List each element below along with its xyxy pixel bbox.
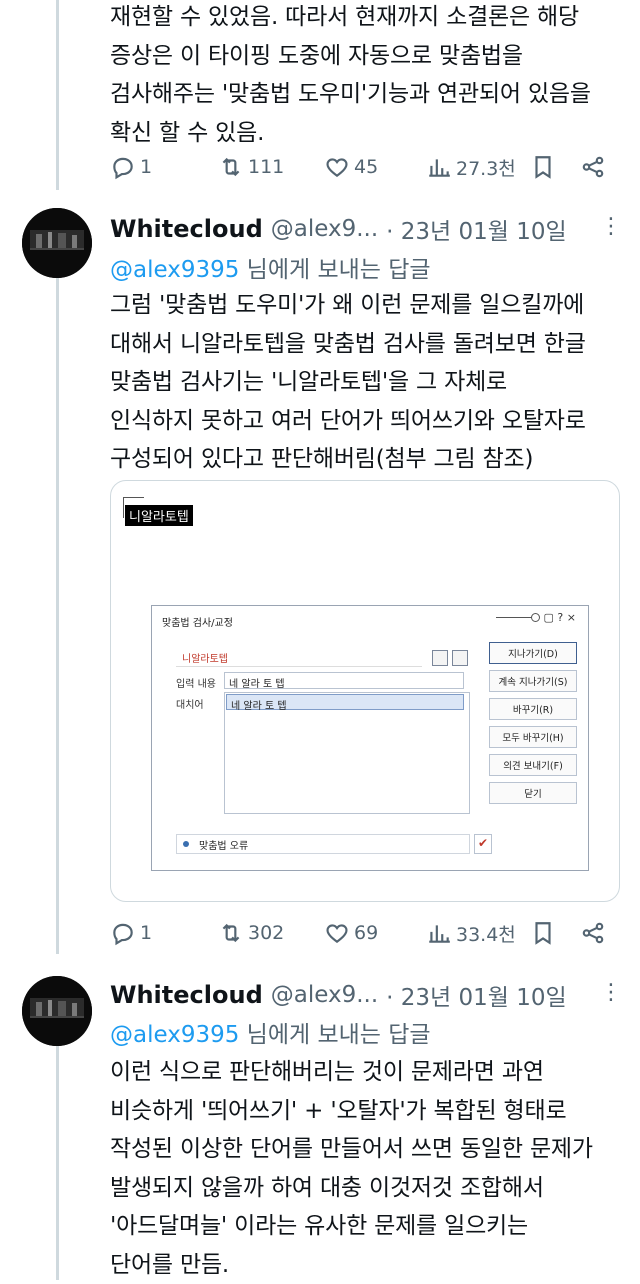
- text-line: 비슷하게 '띄어쓰기' + '오탈자'가 복합된 형태로: [110, 1092, 630, 1131]
- reply-icon: [110, 154, 136, 180]
- reply-to-label: 님에게 보내는 답글: [239, 257, 430, 283]
- share-button[interactable]: [580, 916, 606, 950]
- tweet-actions: 1 302 69 33.4천: [110, 916, 610, 950]
- tweet-text: 그럼 '맞춤법 도우미'가 왜 이런 문제를 일으킬까에 대해서 니알라토텝을 …: [110, 286, 630, 479]
- replace-label: 대치어: [176, 696, 204, 711]
- skip-all-button[interactable]: 계속 지나가기(S): [489, 670, 577, 692]
- text-line: 검사해주는 '맞춤법 도우미'기능과 연관되어 있음을: [110, 75, 630, 114]
- views-button[interactable]: 27.3천: [426, 150, 516, 184]
- bookmark-button[interactable]: [530, 150, 556, 184]
- reply-button[interactable]: 1: [110, 916, 152, 950]
- avatar[interactable]: [22, 976, 92, 1046]
- bookmark-icon: [530, 920, 556, 946]
- dialog-controls: ▢ ? ×: [496, 611, 576, 624]
- thread-line: [56, 1030, 59, 1280]
- heart-icon: [324, 920, 350, 946]
- status-bar: 맞춤법 오류: [176, 834, 470, 854]
- repost-count: 302: [248, 922, 284, 944]
- text-line: 대해서 니알라토텝을 맞춤법 검사를 돌려보면 한글: [110, 325, 630, 364]
- bookmark-button[interactable]: [530, 916, 556, 950]
- reply-button[interactable]: 1: [110, 150, 152, 184]
- edit-icon[interactable]: [452, 650, 468, 666]
- attached-image[interactable]: 니알라토텝 맞춤법 검사/교정 ▢ ? × 니알라토텝 입력 내용 네 알라 토…: [110, 480, 620, 902]
- text-line: '아드달며늘' 이라는 유사한 문제를 일으키는: [110, 1207, 630, 1246]
- view-count: 27.3천: [456, 154, 516, 181]
- suggestion-item[interactable]: 네 알라 토 텝: [226, 694, 464, 710]
- like-count: 45: [354, 156, 378, 178]
- dialog-title: 맞춤법 검사/교정: [162, 614, 233, 629]
- share-icon: [580, 920, 606, 946]
- share-button[interactable]: [580, 150, 606, 184]
- replace-button[interactable]: 바꾸기(R): [489, 698, 577, 720]
- reply-count: 1: [140, 922, 152, 944]
- text-line: 확신 할 수 있음.: [110, 114, 630, 153]
- text-line: 맞춤법 검사기는 '니알라토텝'을 그 자체로: [110, 363, 630, 402]
- text-line: 단어를 만듬.: [110, 1246, 630, 1284]
- views-button[interactable]: 33.4천: [426, 916, 516, 950]
- bookmark-icon: [530, 154, 556, 180]
- reply-icon: [110, 920, 136, 946]
- repost-button[interactable]: 302: [218, 916, 284, 950]
- views-icon: [426, 154, 452, 180]
- replace-all-button[interactable]: 모두 바꾸기(H): [489, 726, 577, 748]
- tweet-date[interactable]: · 23년 01월 10일: [386, 978, 567, 1012]
- spellcheck-dialog: 맞춤법 검사/교정 ▢ ? × 니알라토텝 입력 내용 네 알라 토 텝 대치어…: [151, 605, 589, 871]
- reply-context: @alex9395 님에게 보내는 답글: [110, 1015, 431, 1049]
- reply-context: @alex9395 님에게 보내는 답글: [110, 250, 431, 284]
- input-label: 입력 내용: [176, 675, 216, 690]
- window-controls[interactable]: ▢ ? ×: [544, 611, 576, 624]
- tweet-actions: 1 111 45 27.3천: [110, 150, 610, 184]
- more-options-icon[interactable]: ⋮: [600, 214, 620, 239]
- share-icon: [580, 154, 606, 180]
- tweet-text: 재현할 수 있었음. 따라서 현재까지 소결론은 해당 증상은 이 타이핑 도중…: [110, 0, 630, 152]
- tweet-header: Whitecloud @alex9... · 23년 01월 10일: [110, 978, 567, 1012]
- status-text: 맞춤법 오류: [199, 837, 248, 852]
- user-handle[interactable]: @alex9...: [271, 982, 378, 1008]
- check-icon[interactable]: ✔: [474, 834, 492, 854]
- tweet-header: Whitecloud @alex9... · 23년 01월 10일: [110, 212, 567, 246]
- text-line: 발생되지 않을까 하여 대충 이것저것 조합해서: [110, 1169, 630, 1208]
- like-count: 69: [354, 922, 378, 944]
- more-options-icon[interactable]: ⋮: [600, 980, 620, 1005]
- add-word-icon[interactable]: [432, 650, 448, 666]
- text-line: 인식하지 못하고 여러 단어가 띄어쓰기와 오탈자로: [110, 402, 630, 441]
- like-button[interactable]: 69: [324, 916, 378, 950]
- avatar-image: [22, 976, 92, 1046]
- display-name[interactable]: Whitecloud: [110, 215, 263, 243]
- thread-line: [56, 262, 59, 954]
- text-line: 증상은 이 타이핑 도중에 자동으로 맞춤법을: [110, 37, 630, 76]
- repost-icon: [218, 154, 244, 180]
- text-line: 재현할 수 있었음. 따라서 현재까지 소결론은 해당: [110, 0, 630, 37]
- avatar[interactable]: [22, 208, 92, 278]
- reply-to-link[interactable]: @alex9395: [110, 1022, 239, 1048]
- display-name[interactable]: Whitecloud: [110, 981, 263, 1009]
- slider-icon[interactable]: [496, 617, 536, 618]
- highlighted-word: 니알라토텝: [125, 505, 193, 526]
- user-handle[interactable]: @alex9...: [271, 216, 378, 242]
- reply-count: 1: [140, 156, 152, 178]
- view-count: 33.4천: [456, 920, 516, 947]
- reply-to-label: 님에게 보내는 답글: [239, 1022, 430, 1048]
- thread-line: [56, 0, 59, 190]
- repost-button[interactable]: 111: [218, 150, 284, 184]
- skip-button[interactable]: 지나가기(D): [489, 642, 577, 664]
- text-line: 작성된 이상한 단어를 만들어서 쓰면 동일한 문제가: [110, 1130, 630, 1169]
- text-line: 그럼 '맞춤법 도우미'가 왜 이런 문제를 일으킬까에: [110, 286, 630, 325]
- avatar-image: [22, 208, 92, 278]
- tweet-text: 이런 식으로 판단해버리는 것이 문제라면 과연 비슷하게 '띄어쓰기' + '…: [110, 1053, 630, 1284]
- text-line: 이런 식으로 판단해버리는 것이 문제라면 과연: [110, 1053, 630, 1092]
- views-icon: [426, 920, 452, 946]
- heart-icon: [324, 154, 350, 180]
- input-field[interactable]: 네 알라 토 텝: [224, 672, 464, 689]
- status-dot-icon: [183, 841, 189, 847]
- send-feedback-button[interactable]: 의견 보내기(F): [489, 754, 577, 776]
- repost-count: 111: [248, 156, 284, 178]
- original-word: 니알라토텝: [176, 650, 422, 667]
- like-button[interactable]: 45: [324, 150, 378, 184]
- repost-icon: [218, 920, 244, 946]
- reply-to-link[interactable]: @alex9395: [110, 257, 239, 283]
- text-line: 구성되어 있다고 판단해버림(첨부 그림 참조): [110, 440, 630, 479]
- close-button[interactable]: 닫기: [489, 782, 577, 804]
- tweet-date[interactable]: · 23년 01월 10일: [386, 212, 567, 246]
